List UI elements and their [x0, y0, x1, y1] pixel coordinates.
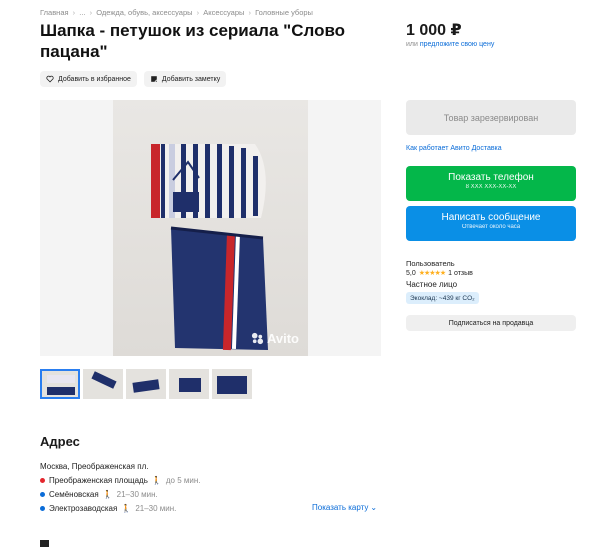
- write-message-button[interactable]: Написать сообщение Отвечает около часа: [406, 206, 576, 241]
- breadcrumb-item[interactable]: Главная: [40, 8, 69, 17]
- subscribe-seller-button[interactable]: Подписаться на продавца: [406, 315, 576, 331]
- thumbnail[interactable]: [212, 369, 252, 399]
- breadcrumb-separator: ›: [89, 8, 93, 17]
- add-note-button[interactable]: Добавить заметку: [143, 71, 227, 87]
- walk-icon: 🚶: [151, 476, 162, 485]
- seller-name[interactable]: Пользователь: [406, 259, 455, 268]
- thumbnail[interactable]: [126, 369, 166, 399]
- add-favorite-button[interactable]: Добавить в избранное: [40, 71, 137, 87]
- walk-icon: 🚶: [102, 490, 113, 499]
- metro-line-dot: [40, 478, 45, 483]
- metro-time: 21–30 мин.: [135, 504, 177, 513]
- main-photo[interactable]: Avito: [40, 100, 381, 356]
- avito-logo-icon: [251, 332, 264, 345]
- offer-price-link[interactable]: предложите свою цену: [420, 41, 494, 48]
- photo-thumbnails: [40, 369, 252, 399]
- walk-icon: 🚶: [121, 504, 132, 513]
- show-phone-button[interactable]: Показать телефон 8 XXX XXX-XX-XX: [406, 166, 576, 201]
- add-favorite-label: Добавить в избранное: [58, 75, 131, 83]
- price: 1 000 ₽: [406, 22, 462, 39]
- next-section-heading-fragment: [40, 540, 49, 547]
- price-offer: или предложите свою цену: [406, 41, 494, 48]
- metro-line-dot: [40, 506, 45, 511]
- thumbnail[interactable]: [83, 369, 123, 399]
- thumbnail[interactable]: [169, 369, 209, 399]
- metro-time: 21–30 мин.: [116, 490, 158, 499]
- page-title: Шапка - петушок из сериала "Слово пацана…: [40, 21, 346, 61]
- thumbnail[interactable]: [40, 369, 80, 399]
- delivery-info-link[interactable]: Как работает Авито Доставка: [406, 145, 502, 152]
- star-icons: ★★★★★: [418, 270, 446, 277]
- watermark-text: Avito: [266, 331, 299, 346]
- rating-value: 5,0: [406, 269, 416, 277]
- write-message-label: Написать сообщение: [441, 212, 541, 223]
- reserved-button: Товар зарезервирован: [406, 100, 576, 135]
- metro-station-name: Электрозаводская: [49, 504, 118, 513]
- metro-station: Преображенская площадь 🚶 до 5 мин.: [40, 476, 200, 485]
- metro-station: Электрозаводская 🚶 21–30 мин.: [40, 504, 176, 513]
- breadcrumb-item[interactable]: Аксессуары: [203, 8, 244, 17]
- breadcrumb-item[interactable]: Одежда, обувь, аксессуары: [96, 8, 192, 17]
- seller-type: Частное лицо: [406, 280, 458, 289]
- metro-time: до 5 мин.: [165, 476, 201, 485]
- reviews-link[interactable]: 1 отзыв: [448, 270, 473, 277]
- chevron-down-icon: ⌄: [370, 503, 378, 512]
- address-heading: Адрес: [40, 434, 80, 449]
- response-time: Отвечает около часа: [461, 224, 521, 230]
- address-line: Москва, Преображенская пл.: [40, 462, 149, 471]
- metro-station: Семёновская 🚶 21–30 мин.: [40, 490, 158, 499]
- metro-station-name: Преображенская площадь: [49, 476, 148, 485]
- add-note-label: Добавить заметку: [161, 75, 221, 83]
- breadcrumb-separator: ›: [72, 8, 76, 17]
- price-offer-prefix: или: [406, 41, 418, 48]
- show-map-link[interactable]: Показать карту ⌄: [312, 503, 377, 512]
- show-map-label: Показать карту: [312, 503, 369, 512]
- breadcrumb-item[interactable]: Головные уборы: [255, 8, 313, 17]
- show-phone-label: Показать телефон: [448, 172, 534, 183]
- seller-rating: 5,0 ★★★★★ 1 отзыв: [406, 269, 473, 278]
- listing-actions: Добавить в избранное Добавить заметку: [40, 71, 227, 87]
- hat-top: [151, 144, 266, 218]
- breadcrumb-separator: ›: [196, 8, 200, 17]
- heart-icon: [46, 75, 54, 83]
- breadcrumb: Главная › ... › Одежда, обувь, аксессуар…: [40, 8, 315, 17]
- photo-background: [113, 100, 308, 356]
- metro-station-name: Семёновская: [49, 490, 99, 499]
- eco-badge: Экоклад: ~439 кг CO₂: [406, 292, 479, 304]
- metro-line-dot: [40, 492, 45, 497]
- note-icon: [151, 76, 157, 83]
- phone-mask: 8 XXX XXX-XX-XX: [465, 184, 517, 190]
- breadcrumb-item[interactable]: ...: [79, 8, 85, 17]
- breadcrumb-separator: ›: [248, 8, 252, 17]
- avito-watermark: Avito: [251, 331, 299, 346]
- hat-illustration: [151, 144, 268, 351]
